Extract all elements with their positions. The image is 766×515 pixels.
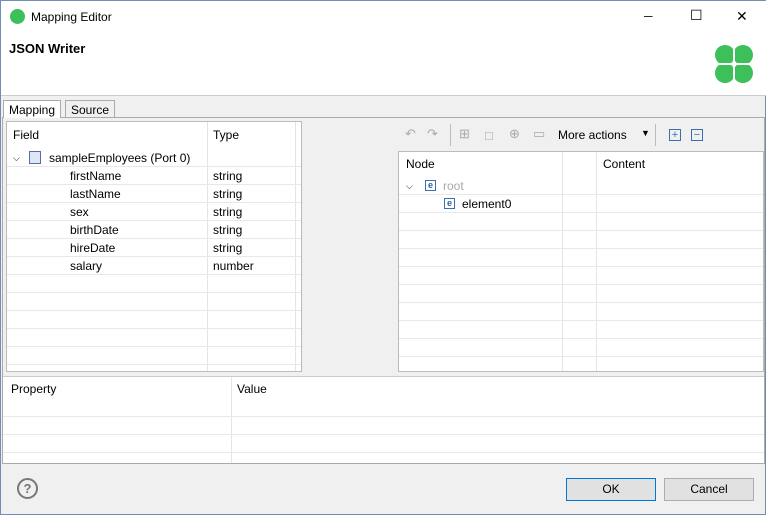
tree-node-element[interactable]: e element0 [399, 195, 763, 213]
expand-chevron-icon[interactable]: ⌵ [13, 153, 20, 164]
field-type: string [213, 223, 243, 237]
clover-logo-icon [715, 45, 753, 83]
field-name: sex [70, 205, 89, 219]
title-bar: Mapping Editor ─ ☐ ✕ [1, 1, 766, 33]
node-label: root [443, 179, 464, 193]
column-header-node[interactable]: Node [406, 157, 435, 171]
app-logo-icon [10, 9, 25, 24]
field-row[interactable]: birthDate string [7, 221, 301, 239]
field-row[interactable]: lastName string [7, 185, 301, 203]
field-name: birthDate [70, 223, 119, 237]
column-header-field[interactable]: Field [13, 128, 39, 142]
close-button[interactable]: ✕ [736, 8, 748, 25]
field-type: number [213, 259, 254, 273]
element-icon: e [425, 180, 436, 191]
column-header-content[interactable]: Content [603, 157, 645, 171]
column-header-property[interactable]: Property [11, 382, 56, 396]
help-icon: ? [23, 481, 32, 496]
help-button[interactable]: ? [17, 478, 38, 499]
collapse-all-icon[interactable]: − [691, 129, 703, 141]
expand-all-icon[interactable]: + [669, 129, 681, 141]
element-icon: e [444, 198, 455, 209]
field-row[interactable]: hireDate string [7, 239, 301, 257]
cancel-button[interactable]: Cancel [664, 478, 754, 501]
ok-button[interactable]: OK [566, 478, 656, 501]
add-child-element-icon[interactable]: ⊞ [459, 126, 470, 142]
remove-icon[interactable]: ▭ [533, 126, 545, 142]
property-table: Property Value [3, 376, 764, 463]
more-actions-dropdown[interactable]: More actions [558, 128, 627, 142]
column-header-value[interactable]: Value [237, 382, 267, 396]
dialog-header: JSON Writer [1, 33, 766, 96]
port-label: sampleEmployees (Port 0) [49, 151, 191, 165]
redo-icon[interactable]: ↷ [427, 126, 438, 142]
tab-source[interactable]: Source [65, 100, 116, 118]
record-icon [29, 151, 41, 164]
field-name: hireDate [70, 241, 116, 255]
field-row[interactable]: firstName string [7, 167, 301, 185]
add-sibling-element-icon[interactable]: □ [485, 128, 493, 143]
fields-table: Field Type ⌵ sampleEmployees (Port 0) fir… [6, 121, 302, 372]
field-name: salary [70, 259, 103, 273]
maximize-button[interactable]: ☐ [690, 7, 703, 24]
mapping-panel: Field Type ⌵ sampleEmployees (Port 0) fir… [2, 117, 765, 464]
field-name: lastName [70, 187, 121, 201]
field-type: string [213, 205, 243, 219]
add-attribute-icon[interactable]: ⊕ [509, 126, 520, 142]
field-type: string [213, 241, 243, 255]
tree-node-root[interactable]: ⌵ e root [399, 177, 763, 195]
expand-chevron-icon[interactable]: ⌵ [406, 181, 413, 192]
node-label: element0 [462, 197, 512, 211]
field-type: string [213, 169, 243, 183]
minimize-button[interactable]: ─ [644, 9, 653, 23]
column-header-type[interactable]: Type [213, 128, 239, 142]
window-title: Mapping Editor [31, 10, 112, 24]
page-title: JSON Writer [9, 41, 86, 56]
field-row[interactable]: salary number [7, 257, 301, 275]
undo-icon[interactable]: ↶ [405, 126, 416, 142]
port-row[interactable]: ⌵ sampleEmployees (Port 0) [7, 149, 301, 167]
field-name: firstName [70, 169, 122, 183]
tree-toolbar: ↶ ↷ ⊞ □ ⊕ ▭ More actions ▼ + − [401, 124, 711, 146]
tab-mapping[interactable]: Mapping [3, 100, 62, 118]
field-row[interactable]: sex string [7, 203, 301, 221]
dropdown-arrow-icon[interactable]: ▼ [641, 128, 650, 138]
field-type: string [213, 187, 243, 201]
json-tree-table: Node Content ⌵ e root e element0 [398, 151, 764, 372]
